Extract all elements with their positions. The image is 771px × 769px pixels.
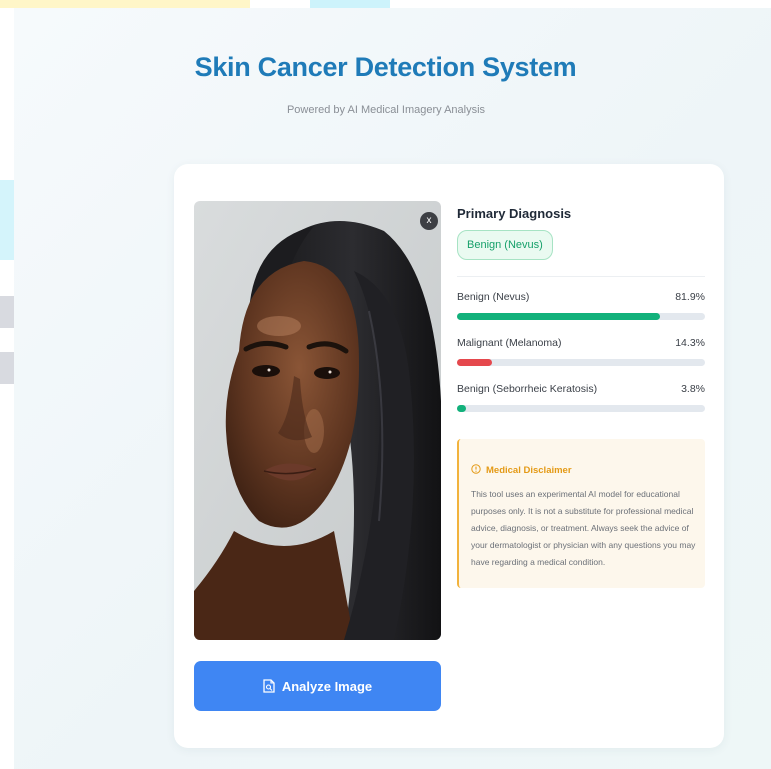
- primary-diagnosis-heading: Primary Diagnosis: [457, 206, 572, 221]
- file-scan-icon: [263, 679, 275, 693]
- analyze-button-label: Analyze Image: [281, 678, 373, 694]
- background-fragment: [0, 0, 250, 8]
- prediction-percent: 81.9%: [675, 291, 705, 303]
- background-fragment: [310, 0, 390, 8]
- results-panel: Primary Diagnosis Benign (Nevus) Benign …: [457, 206, 705, 588]
- page-title: Skin Cancer Detection System: [194, 52, 577, 82]
- prediction-label: Malignant (Melanoma): [457, 337, 562, 349]
- prediction-percent: 14.3%: [675, 337, 705, 349]
- disclaimer-text: This tool uses an experimental AI model …: [471, 489, 696, 567]
- probability-fill: [457, 313, 661, 320]
- background-fragment: [0, 296, 14, 328]
- remove-image-button[interactable]: x: [420, 212, 438, 230]
- page-subtitle: Powered by AI Medical Imagery Analysis: [286, 104, 486, 116]
- probability-track: [457, 359, 705, 366]
- prediction-label: Benign (Nevus): [457, 291, 530, 303]
- prediction-label: Benign (Seborrheic Keratosis): [457, 383, 598, 395]
- background-fragment: [0, 180, 14, 260]
- probability-track: [457, 405, 705, 412]
- warning-icon: [471, 464, 481, 477]
- analysis-card: x Analyze Image Primary Diagnosis Benign…: [174, 164, 724, 748]
- analyze-image-button[interactable]: Analyze Image: [194, 661, 441, 711]
- probability-fill: [457, 405, 467, 412]
- uploaded-image-preview: [194, 201, 441, 640]
- divider: [457, 276, 705, 277]
- prediction-percent: 3.8%: [681, 383, 705, 395]
- disclaimer-title: Medical Disclaimer: [486, 465, 572, 476]
- medical-disclaimer: Medical Disclaimer This tool uses an exp…: [457, 439, 705, 588]
- prediction-row: Benign (Nevus) 81.9%: [457, 291, 705, 320]
- background-fragment: [0, 352, 14, 384]
- probability-track: [457, 313, 705, 320]
- primary-diagnosis-badge: Benign (Nevus): [457, 230, 553, 260]
- probability-fill: [457, 359, 493, 366]
- prediction-row: Benign (Seborrheic Keratosis) 3.8%: [457, 383, 705, 412]
- prediction-row: Malignant (Melanoma) 14.3%: [457, 337, 705, 366]
